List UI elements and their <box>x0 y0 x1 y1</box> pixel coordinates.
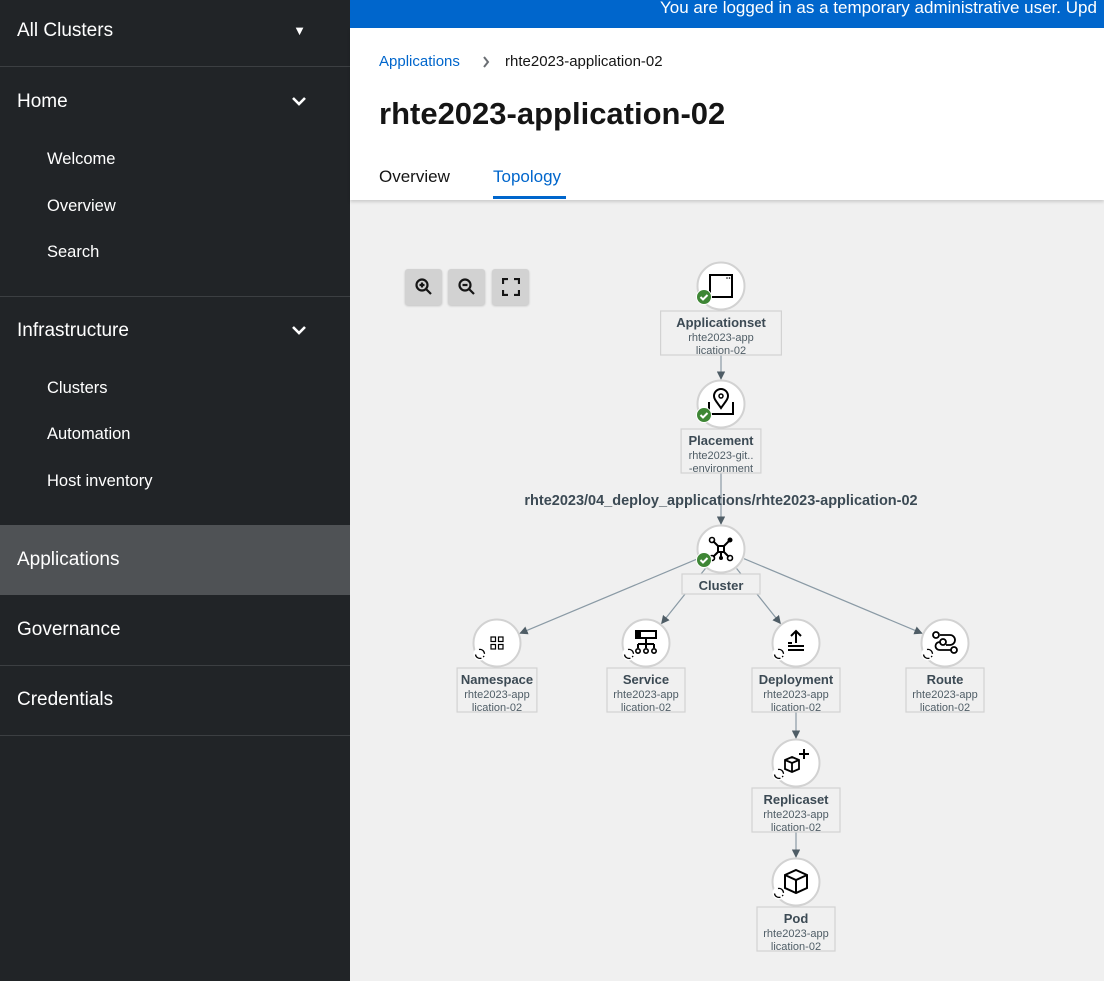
node-type-label: Namespace <box>461 672 533 687</box>
node-name-label: rhte2023-app <box>688 332 753 344</box>
node-route[interactable]: Route rhte2023-application-02 <box>905 618 985 715</box>
node-type-label: Route <box>927 672 964 687</box>
node-type-label: Pod <box>784 911 809 926</box>
node-type-label: Replicaset <box>763 792 829 807</box>
node-name-label: rhte2023-app <box>912 689 977 701</box>
node-name-label: -environment <box>689 463 753 475</box>
success-check-icon <box>696 289 712 305</box>
node-appset[interactable]: Applicationset rhte2023-application-02 <box>659 261 782 358</box>
node-name-label: rhte2023-git.. <box>689 450 754 462</box>
success-check-icon <box>696 552 712 568</box>
pending-spinner-icon <box>921 647 935 661</box>
node-name-label: lication-02 <box>621 702 671 714</box>
edge-cluster-route <box>743 558 923 635</box>
node-name-label: lication-02 <box>472 702 522 714</box>
node-namespace[interactable]: Namespace rhte2023-application-02 <box>456 618 538 715</box>
node-type-label: Cluster <box>699 578 744 593</box>
pending-spinner-icon <box>772 647 786 661</box>
node-type-label: Applicationset <box>676 315 766 330</box>
node-type-label: Deployment <box>759 672 834 687</box>
node-type-label: Placement <box>688 433 754 448</box>
node-name-label: lication-02 <box>920 702 970 714</box>
node-deployment[interactable]: Deployment rhte2023-application-02 <box>751 618 841 715</box>
pending-spinner-icon <box>772 886 786 900</box>
node-name-label: lication-02 <box>771 941 821 953</box>
pending-spinner-icon <box>473 647 487 661</box>
pending-spinner-icon <box>772 767 786 781</box>
node-name-label: rhte2023-app <box>763 809 828 821</box>
node-replicaset[interactable]: Replicaset rhte2023-application-02 <box>751 738 841 835</box>
pending-spinner-icon <box>622 647 636 661</box>
node-type-label: Service <box>623 672 669 687</box>
node-name-label: lication-02 <box>696 345 746 357</box>
node-name-label: rhte2023-app <box>763 928 828 940</box>
topology-graph: rhte2023/04_deploy_applications/rhte2023… <box>456 261 985 954</box>
node-name-label: rhte2023-app <box>464 689 529 701</box>
edge-cluster-namespace <box>519 558 699 635</box>
node-name-label: rhte2023-app <box>613 689 678 701</box>
node-cluster[interactable]: Cluster <box>681 524 761 595</box>
node-name-label: rhte2023-app <box>763 689 828 701</box>
group-label: rhte2023/04_deploy_applications/rhte2023… <box>524 493 917 509</box>
node-service[interactable]: Service rhte2023-application-02 <box>606 618 686 715</box>
node-placement[interactable]: Placement rhte2023-git..-environment <box>680 379 762 476</box>
node-pod[interactable]: Pod rhte2023-application-02 <box>756 857 836 954</box>
node-name-label: lication-02 <box>771 702 821 714</box>
success-check-icon <box>696 407 712 423</box>
node-name-label: lication-02 <box>771 822 821 834</box>
